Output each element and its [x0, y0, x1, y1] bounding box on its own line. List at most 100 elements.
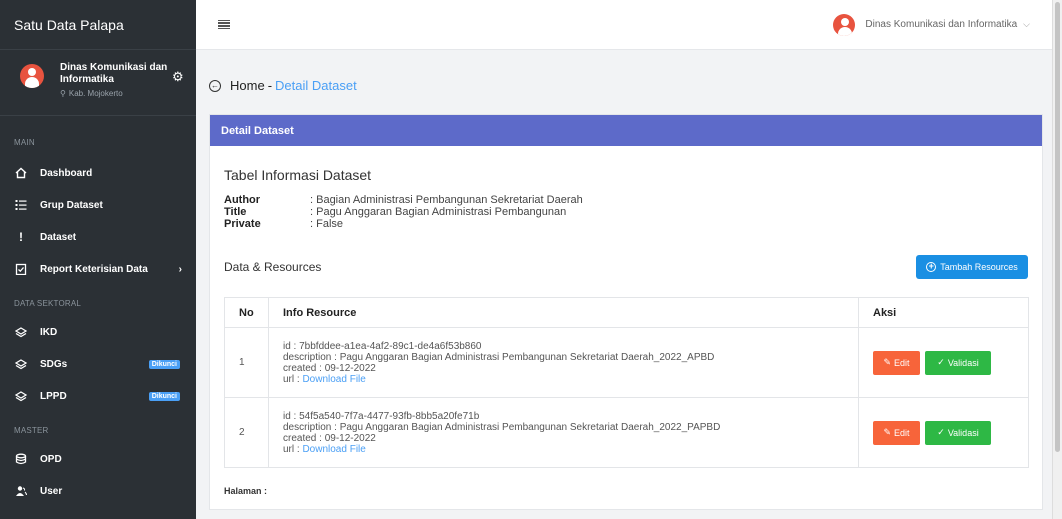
row-number: 2: [224, 397, 269, 468]
list-icon: [14, 198, 28, 212]
chevron-right-icon: ›: [178, 263, 182, 275]
avatar: [833, 13, 856, 36]
sidebar-item-report[interactable]: Report Keterisian Data ›: [0, 253, 196, 285]
breadcrumb: ← Home - Detail Dataset: [209, 78, 357, 93]
resources-table: No Info Resource Aksi 1 id : 7bbfddee-a1…: [224, 297, 1029, 468]
sidebar-item-opd[interactable]: OPD: [0, 443, 196, 475]
sidebar-item-user[interactable]: User: [0, 475, 196, 507]
pagination-label: Halaman :: [224, 486, 268, 496]
column-header-info: Info Resource: [268, 297, 859, 328]
resource-info: id : 54f5a540-7f7a-4477-93fb-8bb5a20fe71…: [268, 397, 859, 468]
resources-title: Data & Resources: [224, 260, 322, 274]
sidebar-item-label: Dashboard: [40, 167, 93, 179]
resource-description: description : Pagu Anggaran Bagian Admin…: [283, 421, 721, 433]
table-row: 1 id : 7bbfddee-a1ea-4af2-89c1-de4a6f53b…: [224, 327, 1029, 398]
sidebar-item-lppd[interactable]: LPPD Dikunci: [0, 380, 196, 412]
dataset-info: Author : Bagian Administrasi Pembangunan…: [224, 194, 583, 230]
profile-panel: Dinas Komunikasi dan Informatika ⚲ Kab. …: [0, 50, 196, 116]
table-row: 2 id : 54f5a540-7f7a-4477-93fb-8bb5a20fe…: [224, 397, 1029, 468]
info-row-author: Author : Bagian Administrasi Pembangunan…: [224, 194, 583, 206]
sidebar-item-ikd[interactable]: IKD: [0, 316, 196, 348]
database-icon: [14, 452, 28, 466]
resource-created: created : 09-12-2022: [283, 432, 376, 444]
avatar: [20, 64, 44, 88]
users-icon: [14, 484, 28, 498]
sidebar-item-label: Dataset: [40, 231, 77, 243]
clipboard-check-icon: [14, 262, 28, 276]
sidebar-item-dataset[interactable]: ! Dataset: [0, 221, 196, 253]
sidebar-item-grup-dataset[interactable]: Grup Dataset: [0, 189, 196, 221]
detail-card: Detail Dataset Tabel Informasi Dataset A…: [209, 114, 1043, 510]
sidebar-item-label: SDGs: [40, 358, 68, 370]
user-menu[interactable]: Dinas Komunikasi dan Informatika ⌵: [833, 13, 1030, 36]
resource-id: id : 54f5a540-7f7a-4477-93fb-8bb5a20fe71…: [283, 410, 480, 422]
sidebar-item-label: OPD: [40, 453, 62, 465]
chevron-down-icon: ⌵: [1023, 19, 1030, 29]
add-resources-label: Tambah Resources: [940, 262, 1018, 272]
pencil-icon: ✎: [883, 427, 892, 437]
add-resources-button[interactable]: + Tambah Resources: [916, 255, 1028, 279]
app-title[interactable]: Satu Data Palapa: [0, 0, 196, 50]
row-actions: ✎ Edit ✓ Validasi: [858, 397, 1029, 468]
resource-info: id : 7bbfddee-a1ea-4af2-89c1-de4a6f53b86…: [268, 327, 859, 398]
sidebar-item-label: LPPD: [40, 390, 67, 402]
info-row-private: Private : False: [224, 218, 583, 230]
sidebar-item-label: Report Keterisian Data: [40, 263, 148, 275]
locked-badge: Dikunci: [148, 359, 180, 369]
validate-button[interactable]: ✓ Validasi: [925, 350, 991, 375]
home-icon: [14, 166, 28, 180]
card-title: Tabel Informasi Dataset: [224, 167, 372, 183]
edit-button[interactable]: ✎ Edit: [873, 420, 920, 445]
exclamation-icon: !: [19, 230, 23, 244]
section-master: MASTER: [14, 426, 49, 435]
validate-button[interactable]: ✓ Validasi: [925, 420, 991, 445]
edit-button[interactable]: ✎ Edit: [873, 350, 920, 375]
profile-location: Kab. Mojokerto: [68, 89, 123, 98]
card-header: Detail Dataset: [210, 115, 1042, 146]
sidebar-item-label: User: [40, 485, 63, 497]
sidebar-item-label: IKD: [40, 326, 58, 338]
resource-description: description : Pagu Anggaran Bagian Admin…: [283, 351, 715, 363]
breadcrumb-current: Detail Dataset: [275, 78, 357, 93]
scrollbar[interactable]: [1052, 0, 1062, 519]
sidebar-item-dashboard[interactable]: Dashboard: [0, 157, 196, 189]
plus-circle-icon: +: [926, 262, 937, 272]
back-arrow-icon[interactable]: ←: [209, 79, 221, 92]
info-key: Title: [224, 206, 247, 218]
section-main: MAIN: [14, 138, 35, 147]
locked-badge: Dikunci: [148, 391, 180, 401]
info-value: : Bagian Administrasi Pembangunan Sekret…: [310, 194, 583, 206]
resource-url-label: url :: [283, 373, 303, 385]
info-value: : False: [310, 218, 344, 230]
layers-icon: [14, 325, 28, 339]
layers-icon: [14, 389, 28, 403]
table-header-row: No Info Resource Aksi: [224, 297, 1029, 328]
profile-name: Dinas Komunikasi dan Informatika: [60, 62, 168, 85]
check-icon: ✓: [937, 357, 945, 367]
row-number: 1: [224, 327, 269, 398]
breadcrumb-separator: -: [267, 78, 273, 93]
pencil-icon: ✎: [883, 357, 892, 367]
check-icon: ✓: [937, 427, 945, 437]
breadcrumb-home[interactable]: Home: [230, 78, 265, 93]
info-value: : Pagu Anggaran Bagian Administrasi Pemb…: [310, 206, 567, 218]
sidebar-item-label: Grup Dataset: [40, 199, 103, 211]
column-header-aksi: Aksi: [858, 297, 1029, 328]
resource-created: created : 09-12-2022: [283, 362, 376, 374]
resource-url-label: url :: [283, 443, 303, 455]
layers-icon: [14, 357, 28, 371]
row-actions: ✎ Edit ✓ Validasi: [858, 327, 1029, 398]
download-file-link[interactable]: Download File: [302, 374, 365, 385]
user-name: Dinas Komunikasi dan Informatika: [865, 19, 1018, 30]
column-header-no: No: [224, 297, 269, 328]
sidebar: Satu Data Palapa Dinas Komunikasi dan In…: [0, 0, 196, 519]
info-row-title: Title : Pagu Anggaran Bagian Administras…: [224, 206, 583, 218]
scrollbar-thumb[interactable]: [1055, 2, 1060, 452]
hamburger-menu-icon[interactable]: [218, 19, 230, 30]
gear-icon[interactable]: ⚙: [172, 70, 186, 84]
topbar: Dinas Komunikasi dan Informatika ⌵: [196, 0, 1052, 50]
info-key: Private: [224, 218, 261, 230]
download-file-link[interactable]: Download File: [302, 444, 365, 455]
section-data-sektoral: DATA SEKTORAL: [14, 299, 82, 308]
sidebar-item-sdgs[interactable]: SDGs Dikunci: [0, 348, 196, 380]
